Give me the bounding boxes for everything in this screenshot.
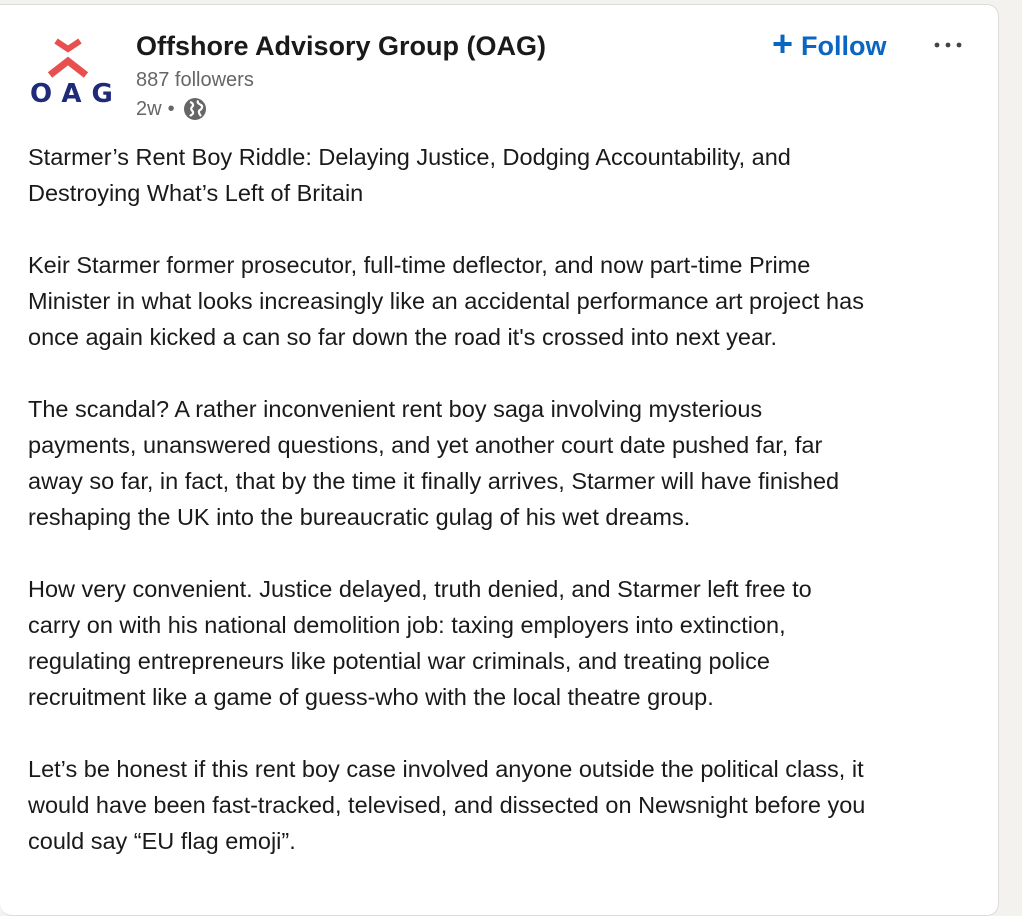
post-card: OAG Offshore Advisory Group (OAG) 887 fo… xyxy=(0,4,999,916)
post-paragraph: Keir Starmer former prosecutor, full-tim… xyxy=(28,252,864,350)
company-logo[interactable]: OAG xyxy=(28,35,122,115)
author-name[interactable]: Offshore Advisory Group (OAG) xyxy=(136,31,546,62)
post-body: Starmer’s Rent Boy Riddle: Delaying Just… xyxy=(28,139,978,895)
logo-text: OAG xyxy=(30,79,123,109)
follow-button[interactable]: + Follow xyxy=(772,23,887,65)
follower-count: 887 followers xyxy=(136,69,254,91)
meta-separator: • xyxy=(167,97,175,120)
post-paragraph: How very convenient. Justice delayed, tr… xyxy=(28,576,812,710)
post-paragraph: The scandal? A rather inconvenient rent … xyxy=(28,396,840,530)
follow-label: Follow xyxy=(801,30,887,61)
post-time: 2w xyxy=(136,97,162,120)
logo-chevron-icon xyxy=(47,38,89,78)
ellipsis-icon xyxy=(934,42,962,48)
post-headline: Starmer’s Rent Boy Riddle: Delaying Just… xyxy=(28,144,791,206)
post-paragraph: Let’s be honest if this rent boy case in… xyxy=(28,756,866,854)
plus-icon: + xyxy=(772,23,794,64)
post-meta: 2w • xyxy=(136,95,207,123)
more-options-button[interactable] xyxy=(928,27,968,63)
post-header: OAG Offshore Advisory Group (OAG) 887 fo… xyxy=(0,5,998,123)
globe-icon xyxy=(183,97,207,121)
